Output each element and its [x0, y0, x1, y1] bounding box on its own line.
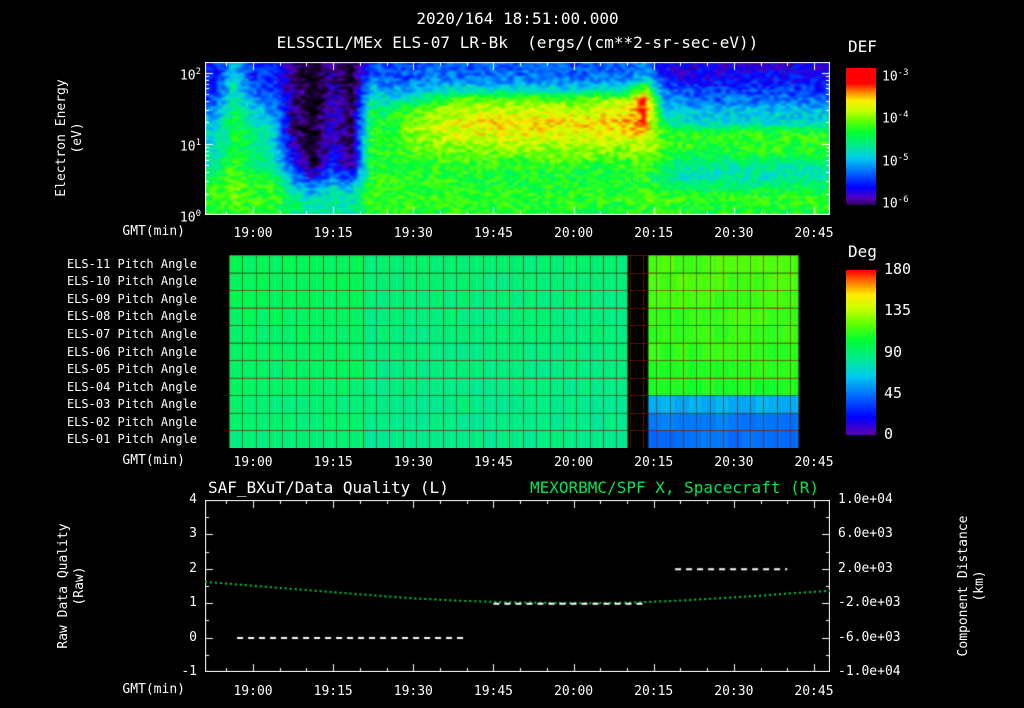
quality-tick-label: 0 — [189, 629, 197, 645]
pitch-row-label: ELS-06 Pitch Angle — [66, 344, 197, 359]
datetime-title: 2020/164 18:51:00.000 — [416, 9, 619, 28]
energy-axis-label-line1: Electron Energy — [54, 79, 69, 197]
time-tick-label-panel3: 19:15 — [313, 684, 353, 699]
time-tick-label-panel3: 20:15 — [634, 684, 674, 699]
spectrogram-display: 2020/164 18:51:00.000 ELSSCIL/MEx ELS-07… — [0, 0, 1024, 708]
distance-tick-label: 6.0e+03 — [838, 526, 893, 542]
def-colorbar-canvas — [846, 68, 876, 205]
energy-spectrogram-canvas — [205, 62, 830, 215]
plot-title: ELSSCIL/MEx ELS-07 LR-Bk (ergs/(cm**2-sr… — [276, 33, 759, 52]
time-tick-label-panel3: 19:30 — [393, 684, 433, 699]
time-tick-label-panel2: 20:15 — [634, 455, 674, 470]
distance-tick-label: -1.0e+04 — [838, 664, 901, 679]
pitch-row-label: ELS-03 Pitch Angle — [66, 397, 197, 412]
distance-tick-label: 2.0e+03 — [838, 560, 893, 576]
deg-colorbar-canvas — [846, 270, 876, 435]
time-tick-label-panel2: 20:00 — [554, 455, 594, 470]
time-tick-label-panel1: 20:15 — [634, 226, 674, 241]
time-tick-label-panel1: 20:30 — [714, 226, 754, 241]
deg-colorbar-tick-label: 90 — [884, 342, 903, 361]
pitch-row-label: ELS-02 Pitch Angle — [66, 414, 197, 429]
energy-tick-label: 100 — [179, 209, 201, 226]
quality-distance-plot-canvas — [205, 500, 830, 672]
pitch-row-label: ELS-01 Pitch Angle — [66, 432, 197, 447]
energy-tick-label: 101 — [179, 137, 201, 155]
pitch-row-label: ELS-10 Pitch Angle — [66, 274, 197, 289]
def-colorbar-tick-label: 10-4 — [882, 110, 909, 127]
pitch-row-label: ELS-07 Pitch Angle — [66, 326, 197, 341]
pitch-angle-heatmap-canvas — [205, 255, 830, 448]
deg-colorbar-label: Deg — [848, 242, 877, 261]
def-colorbar-tick-label: 10-6 — [882, 194, 909, 212]
pitch-row-label: ELS-09 Pitch Angle — [66, 291, 197, 306]
deg-colorbar-tick-label: 180 — [884, 260, 912, 278]
deg-colorbar-tick-label: 0 — [884, 425, 894, 443]
time-tick-label-panel2: 20:30 — [714, 455, 754, 470]
time-tick-label-panel3: 20:00 — [554, 684, 594, 699]
deg-colorbar-tick-label: 135 — [884, 301, 912, 320]
gmt-label-panel1: GMT(min) — [122, 224, 185, 239]
distance-tick-label: -6.0e+03 — [838, 629, 901, 645]
distance-axis-label-line2: (km) — [972, 570, 987, 602]
time-tick-label-panel2: 19:30 — [393, 455, 433, 470]
time-tick-label-panel3: 20:45 — [794, 684, 834, 699]
energy-axis-label: Electron Energy (eV) — [54, 58, 86, 218]
time-tick-label-panel2: 19:15 — [313, 455, 353, 470]
distance-tick-label: -2.0e+03 — [838, 595, 901, 611]
spacecraft-plot-title: MEXORBMC/SPF X, Spacecraft (R) — [530, 478, 819, 497]
quality-tick-label: 4 — [189, 492, 197, 507]
distance-axis-label: Component Distance (km) — [956, 476, 988, 696]
gmt-label-panel3: GMT(min) — [122, 682, 185, 697]
distance-tick-label: 1.0e+04 — [838, 492, 893, 507]
quality-tick-label: 1 — [189, 595, 197, 611]
quality-tick-label: 2 — [189, 560, 197, 576]
time-tick-label-panel2: 19:00 — [233, 455, 273, 470]
time-tick-label-panel1: 19:45 — [473, 226, 514, 241]
time-tick-label-panel1: 19:30 — [393, 226, 433, 241]
quality-plot-title: SAF_BXuT/Data Quality (L) — [208, 478, 449, 497]
quality-tick-label: 3 — [189, 526, 197, 542]
quality-axis-label-line2: (Raw) — [72, 566, 87, 606]
quality-axis-label-line1: Raw Data Quality — [56, 523, 71, 649]
time-tick-label-panel1: 19:15 — [313, 226, 353, 241]
time-tick-label-panel3: 20:30 — [714, 684, 754, 699]
time-tick-label-panel2: 19:45 — [473, 455, 514, 470]
time-tick-label-panel3: 19:45 — [473, 684, 514, 699]
time-tick-label-panel3: 19:00 — [233, 684, 273, 699]
def-colorbar-tick-label: 10-5 — [882, 152, 909, 169]
time-tick-label-panel2: 20:45 — [794, 455, 834, 470]
def-colorbar-label: DEF — [848, 37, 877, 56]
def-colorbar-tick-label: 10-3 — [882, 68, 909, 85]
time-tick-label-panel1: 19:00 — [233, 226, 273, 241]
deg-colorbar-tick-label: 45 — [884, 383, 903, 402]
quality-tick-label: -1 — [181, 664, 197, 679]
pitch-row-label: ELS-04 Pitch Angle — [66, 379, 197, 394]
time-tick-label-panel1: 20:45 — [794, 226, 834, 241]
pitch-row-label: ELS-08 Pitch Angle — [66, 309, 197, 324]
time-tick-label-panel1: 20:00 — [554, 226, 594, 241]
gmt-label-panel2: GMT(min) — [122, 453, 185, 468]
pitch-row-label: ELS-11 Pitch Angle — [66, 256, 197, 271]
pitch-row-label: ELS-05 Pitch Angle — [66, 362, 197, 377]
energy-tick-label: 102 — [179, 66, 201, 83]
energy-axis-label-line2: (eV) — [70, 122, 85, 154]
quality-axis-label: Raw Data Quality (Raw) — [56, 486, 88, 686]
distance-axis-label-line1: Component Distance — [956, 515, 971, 657]
